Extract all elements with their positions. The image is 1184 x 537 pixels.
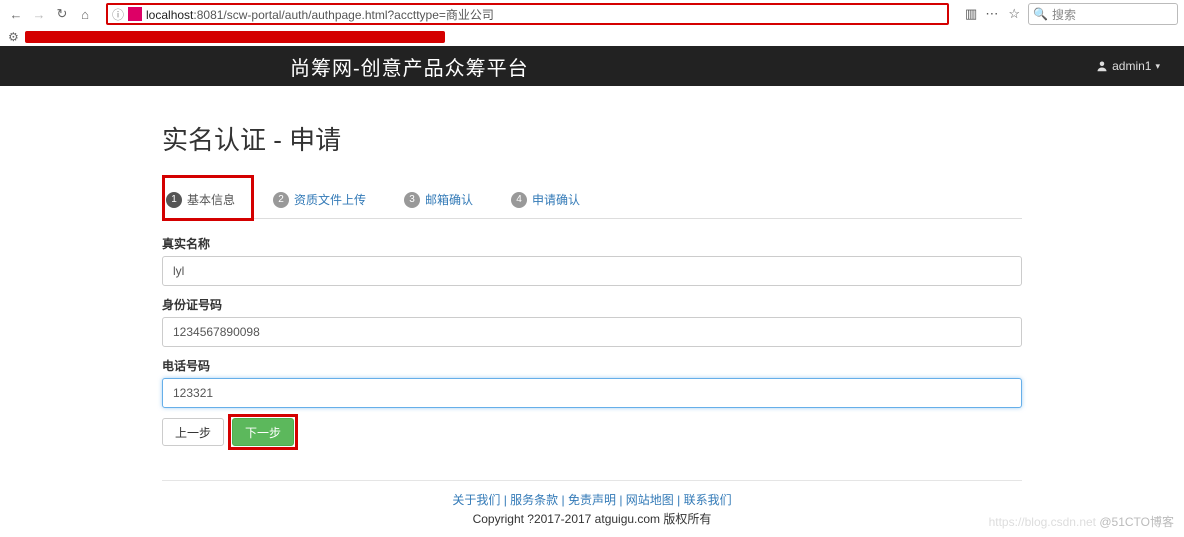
top-navbar: 尚筹网-创意产品众筹平台 admin1 ▾ — [0, 46, 1184, 86]
qr-icon[interactable]: ▥ — [965, 6, 975, 22]
page-title: 实名认证 - 申请 — [162, 120, 1022, 157]
caret-down-icon: ▾ — [1155, 61, 1160, 72]
url-text: localhost:8081/scw-portal/auth/authpage.… — [146, 6, 494, 23]
real-name-label: 真实名称 — [162, 235, 1022, 252]
next-step-button[interactable]: 下一步 — [232, 418, 294, 446]
tab-label: 申请确认 — [532, 191, 580, 208]
footer-link-contact[interactable]: 联系我们 — [684, 493, 732, 507]
user-menu[interactable]: admin1 ▾ — [1096, 59, 1160, 73]
site-brand: 尚筹网-创意产品众筹平台 — [290, 52, 529, 81]
user-name: admin1 — [1112, 59, 1151, 73]
watermark-left: https://blog.csdn.net — [989, 515, 1096, 529]
reload-button[interactable]: ↻ — [52, 4, 72, 24]
redacted-bookmark-bar — [25, 31, 445, 43]
forward-button[interactable]: → — [29, 4, 49, 24]
home-button[interactable]: ⌂ — [75, 4, 95, 24]
browser-toolbar-secondary: ⚙ — [0, 28, 1184, 46]
footer-link-tos[interactable]: 服务条款 — [510, 493, 558, 507]
step-number: 4 — [511, 192, 527, 208]
more-icon[interactable]: ⋯ — [985, 6, 998, 22]
back-button[interactable]: ← — [6, 4, 26, 24]
phone-label: 电话号码 — [162, 357, 1022, 374]
footer-links: 关于我们 | 服务条款 | 免责声明 | 网站地图 | 联系我们 — [0, 491, 1184, 508]
tab-basic-info[interactable]: 1 基本信息 — [162, 181, 243, 218]
watermark: https://blog.csdn.net @51CTO博客 — [989, 513, 1174, 530]
step-number: 2 — [273, 192, 289, 208]
id-number-label: 身份证号码 — [162, 296, 1022, 313]
footer-link-disclaimer[interactable]: 免责声明 — [568, 493, 616, 507]
url-input[interactable]: ⓘ localhost:8081/scw-portal/auth/authpag… — [106, 3, 949, 25]
real-name-input[interactable] — [162, 256, 1022, 286]
tab-label: 邮箱确认 — [425, 191, 473, 208]
info-icon: ⓘ — [112, 6, 124, 23]
step-number: 3 — [404, 192, 420, 208]
bookmark-icon[interactable]: ☆ — [1008, 6, 1020, 22]
next-step-highlight: 下一步 — [232, 418, 294, 446]
tab-email-confirm[interactable]: 3 邮箱确认 — [400, 181, 481, 218]
footer-separator — [162, 480, 1022, 481]
tab-label: 资质文件上传 — [294, 191, 366, 208]
site-icon — [128, 7, 142, 21]
tab-apply-confirm[interactable]: 4 申请确认 — [507, 181, 588, 218]
footer-link-sitemap[interactable]: 网站地图 — [626, 493, 674, 507]
step-number: 1 — [166, 192, 182, 208]
step-tabs: 1 基本信息 2 资质文件上传 3 邮箱确认 4 申请确认 — [162, 181, 1022, 219]
id-number-input[interactable] — [162, 317, 1022, 347]
search-icon: 🔍 — [1033, 7, 1048, 21]
search-placeholder: 搜索 — [1052, 6, 1076, 23]
phone-input[interactable] — [162, 378, 1022, 408]
user-icon — [1096, 60, 1108, 72]
watermark-right: @51CTO博客 — [1099, 515, 1174, 529]
gear-icon[interactable]: ⚙ — [8, 30, 19, 44]
tab-upload-docs[interactable]: 2 资质文件上传 — [269, 181, 374, 218]
browser-search-input[interactable]: 🔍 搜索 — [1028, 3, 1178, 25]
main-container: 实名认证 - 申请 1 基本信息 2 资质文件上传 3 邮箱确认 4 申请确认 … — [162, 86, 1022, 446]
footer-link-about[interactable]: 关于我们 — [452, 493, 500, 507]
tab-label: 基本信息 — [187, 191, 235, 208]
prev-step-button[interactable]: 上一步 — [162, 418, 224, 446]
browser-address-bar: ← → ↻ ⌂ ⓘ localhost:8081/scw-portal/auth… — [0, 0, 1184, 28]
